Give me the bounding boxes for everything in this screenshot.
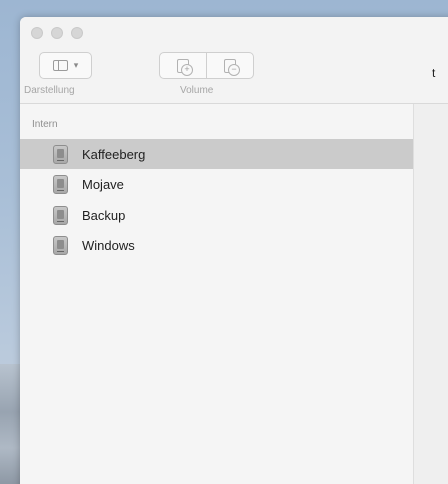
internal-disk-icon <box>53 144 68 164</box>
internal-disk-icon <box>53 235 68 255</box>
sidebar-item-label: Backup <box>82 207 126 223</box>
desktop-background <box>0 364 20 484</box>
sidebar-item-label: Windows <box>82 237 135 253</box>
sidebar: Intern Kaffeeberg Mojave Backup Windows <box>20 104 414 484</box>
view-button[interactable]: ▾ <box>39 52 92 79</box>
disk-utility-window: ▾ Darstellung Volume t Intern Kaffeeberg… <box>20 17 448 484</box>
sidebar-item-kaffeeberg[interactable]: Kaffeeberg <box>20 139 413 169</box>
internal-disk-icon <box>53 174 68 194</box>
volume-label: Volume <box>180 85 214 96</box>
minimize-button[interactable] <box>51 27 63 39</box>
chevron-down-icon: ▾ <box>73 60 79 70</box>
add-volume-button[interactable] <box>159 52 207 79</box>
close-button[interactable] <box>31 27 43 39</box>
toolbar: ▾ Darstellung Volume <box>20 17 448 104</box>
sidebar-item-mojave[interactable]: Mojave <box>20 169 413 199</box>
sidebar-item-windows[interactable]: Windows <box>20 230 413 260</box>
view-label: Darstellung <box>24 85 75 96</box>
detail-pane <box>414 104 448 484</box>
sidebar-icon <box>52 60 68 71</box>
sidebar-section-heading: Intern <box>32 119 58 130</box>
zoom-button[interactable] <box>71 27 83 39</box>
remove-volume-button[interactable] <box>206 52 254 79</box>
add-volume-icon <box>177 58 193 76</box>
sidebar-item-backup[interactable]: Backup <box>20 200 413 230</box>
sidebar-item-label: Kaffeeberg <box>82 146 146 162</box>
remove-volume-icon <box>224 58 240 76</box>
main-partial-text: t <box>432 66 448 80</box>
sidebar-item-label: Mojave <box>82 176 124 192</box>
internal-disk-icon <box>53 205 68 225</box>
